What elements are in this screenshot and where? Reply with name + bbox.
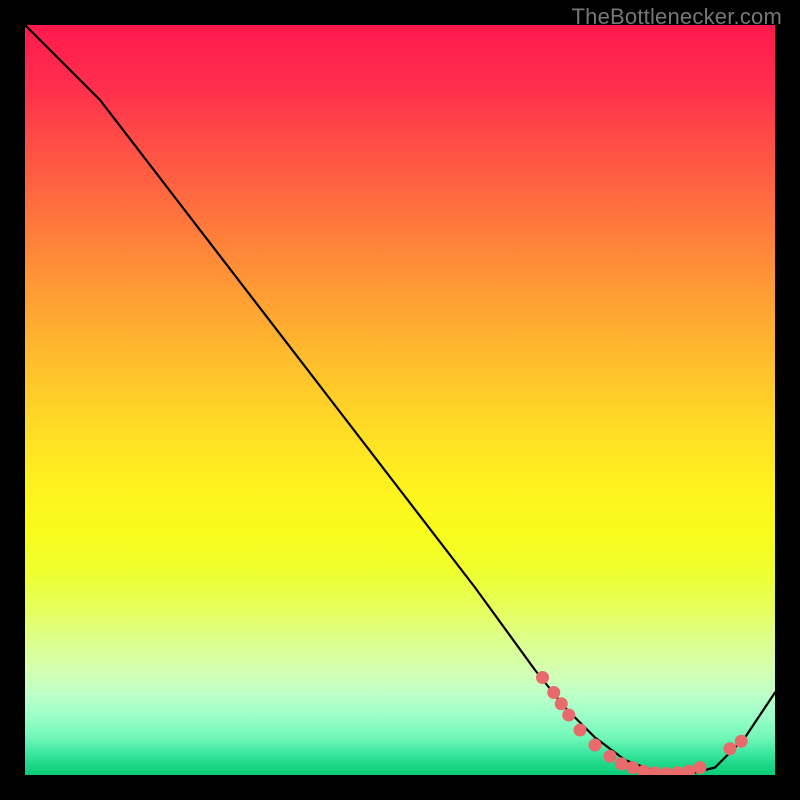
chart-marker — [562, 709, 575, 722]
chart-marker — [536, 671, 549, 684]
chart-svg — [25, 25, 775, 775]
chart-marker — [547, 686, 560, 699]
chart-marker — [694, 761, 707, 774]
chart-marker — [574, 724, 587, 737]
attribution-text: TheBottlenecker.com — [572, 4, 782, 30]
chart-line — [25, 25, 775, 775]
chart-marker — [671, 766, 684, 775]
chart-marker — [682, 765, 695, 775]
chart-marker — [604, 750, 617, 763]
chart-plot-area — [25, 25, 775, 775]
chart-marker — [649, 766, 662, 775]
chart-marker — [735, 735, 748, 748]
chart-marker — [660, 767, 673, 775]
chart-marker — [724, 742, 737, 755]
chart-markers — [536, 671, 748, 775]
chart-marker — [615, 757, 628, 770]
chart-marker — [555, 697, 568, 710]
chart-marker — [589, 739, 602, 752]
chart-marker — [626, 761, 639, 774]
